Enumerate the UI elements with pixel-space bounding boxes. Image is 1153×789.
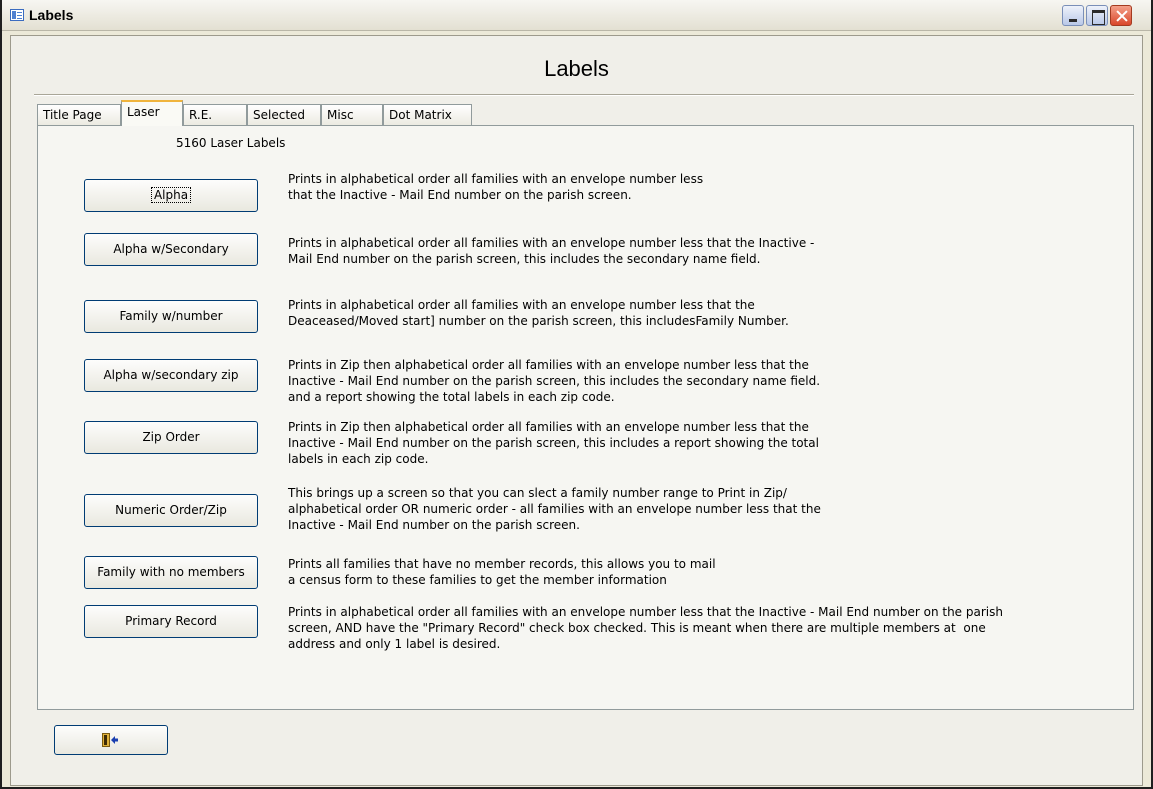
zip-order-button[interactable]: Zip Order [84,421,258,454]
window-title: Labels [29,7,74,23]
title-bar[interactable]: Labels [2,0,1151,31]
exit-button[interactable] [54,725,168,755]
tab-re[interactable]: R.E. [183,104,247,126]
alpha-description: Prints in alphabetical order all familie… [288,172,704,202]
numeric-order-zip-description: This brings up a screen so that you can … [288,486,821,532]
minimize-icon[interactable] [1062,5,1084,26]
zip-order-description: Prints in Zip then alphabetical order al… [288,420,819,466]
laser-tab-panel: 5160 Laser Labels Alpha Prints in alphab… [37,125,1134,710]
family-number-button[interactable]: Family w/number [84,300,258,333]
alpha-secondary-zip-button[interactable]: Alpha w/secondary zip [84,359,258,392]
alpha-secondary-description: Prints in alphabetical order all familie… [288,236,815,266]
alpha-button-label: Alpha [150,187,192,203]
maximize-icon[interactable] [1086,5,1108,26]
numeric-order-zip-button[interactable]: Numeric Order/Zip [84,494,258,527]
alpha-secondary-zip-description: Prints in Zip then alphabetical order al… [288,358,821,404]
family-number-description: Prints in alphabetical order all familie… [288,298,789,328]
family-no-members-button[interactable]: Family with no members [84,556,258,589]
exit-door-icon [102,733,118,747]
form-icon [10,9,24,21]
title-divider [34,94,1134,96]
close-icon[interactable] [1110,5,1132,26]
tab-selected[interactable]: Selected [247,104,321,126]
tab-title-page[interactable]: Title Page [37,104,121,126]
labels-window: Labels Labels Title Page Laser R.E. Sele… [0,0,1153,789]
tab-laser[interactable]: Laser [121,100,183,126]
primary-record-description: Prints in alphabetical order all familie… [288,605,1003,651]
tab-dot-matrix[interactable]: Dot Matrix [383,104,472,126]
alpha-button[interactable]: Alpha [84,179,258,212]
form-title: Labels [544,56,609,81]
form-body: Labels Title Page Laser R.E. Selected Mi… [10,35,1143,786]
family-no-members-description: Prints all families that have no member … [288,557,716,587]
primary-record-button[interactable]: Primary Record [84,605,258,638]
panel-subtitle: 5160 Laser Labels [176,136,286,150]
tab-misc[interactable]: Misc [321,104,383,126]
alpha-secondary-button[interactable]: Alpha w/Secondary [84,233,258,266]
